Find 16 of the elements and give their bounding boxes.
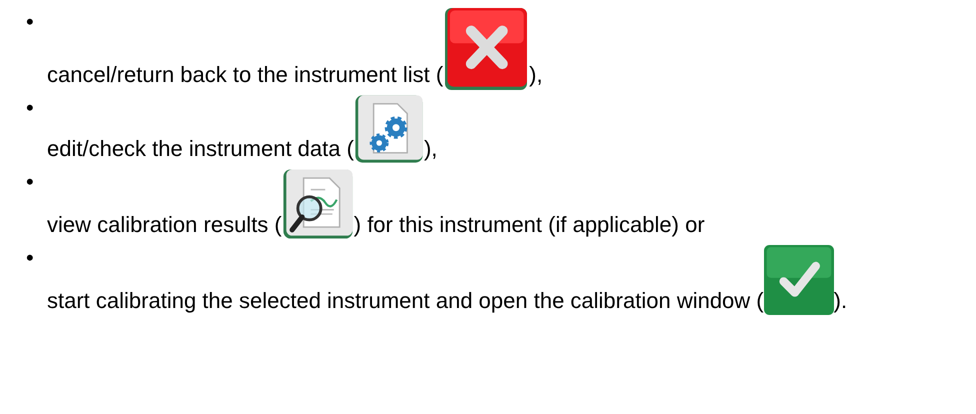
checkmark-icon (764, 244, 834, 316)
list-item-text: cancel/return back to the instrument list ( (47, 62, 444, 87)
list-item-text: start calibrating the selected instrument and open the calibration window ( (47, 288, 764, 313)
magnifier-document-icon (282, 168, 354, 240)
list-item-text: ), (529, 62, 543, 87)
list-item-text: view calibration results ( (47, 212, 282, 237)
list-item-text: edit/check the instrument data ( (47, 136, 354, 161)
close-icon (443, 8, 530, 90)
list-item-text: ), (424, 136, 438, 161)
bullet: • (26, 94, 35, 122)
gear-document-icon (354, 94, 424, 164)
list-item-text: ) for this instrument (if applicable) or (354, 212, 705, 237)
bullet: • (26, 168, 35, 196)
list-item-text: ). (834, 288, 848, 313)
bullet: • (26, 8, 35, 36)
bullet: • (26, 244, 35, 272)
